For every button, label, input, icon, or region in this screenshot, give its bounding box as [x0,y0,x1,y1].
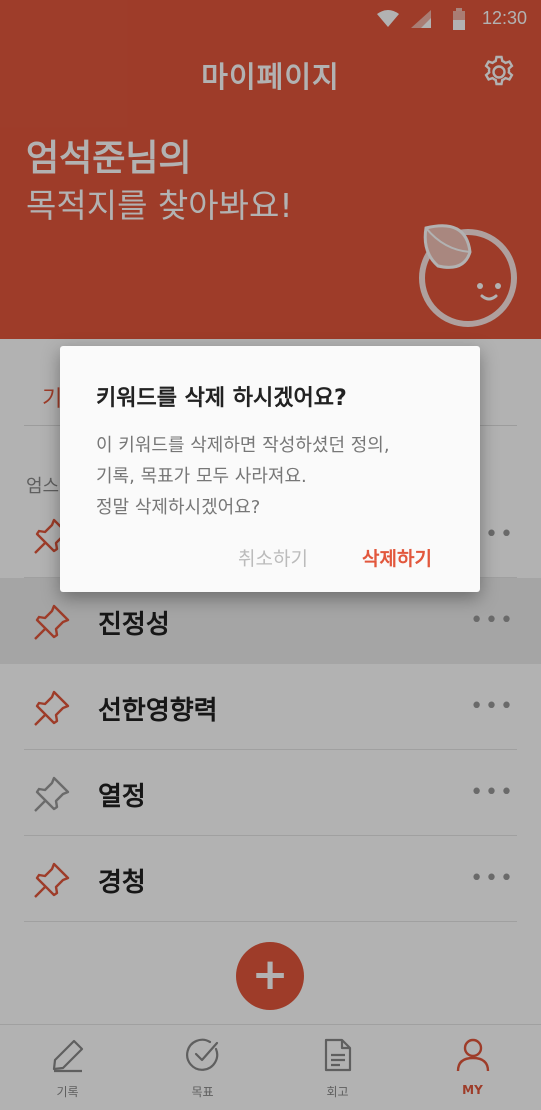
dialog-body-line: 이 키워드를 삭제하면 작성하셨던 정의, [96,435,390,456]
dialog-body: 이 키워드를 삭제하면 작성하셨던 정의, 기록, 목표가 모두 사라져요. 정… [96,430,456,523]
delete-button[interactable]: 삭제하기 [362,544,432,571]
dialog-body-line: 기록, 목표가 모두 사라져요. [96,466,307,487]
delete-keyword-dialog: 키워드를 삭제 하시겠어요? 이 키워드를 삭제하면 작성하셨던 정의, 기록,… [60,346,480,592]
dialog-body-line: 정말 삭제하시겠어요? [96,497,261,518]
cancel-button[interactable]: 취소하기 [238,544,308,571]
dialog-title: 키워드를 삭제 하시겠어요? [96,386,347,411]
